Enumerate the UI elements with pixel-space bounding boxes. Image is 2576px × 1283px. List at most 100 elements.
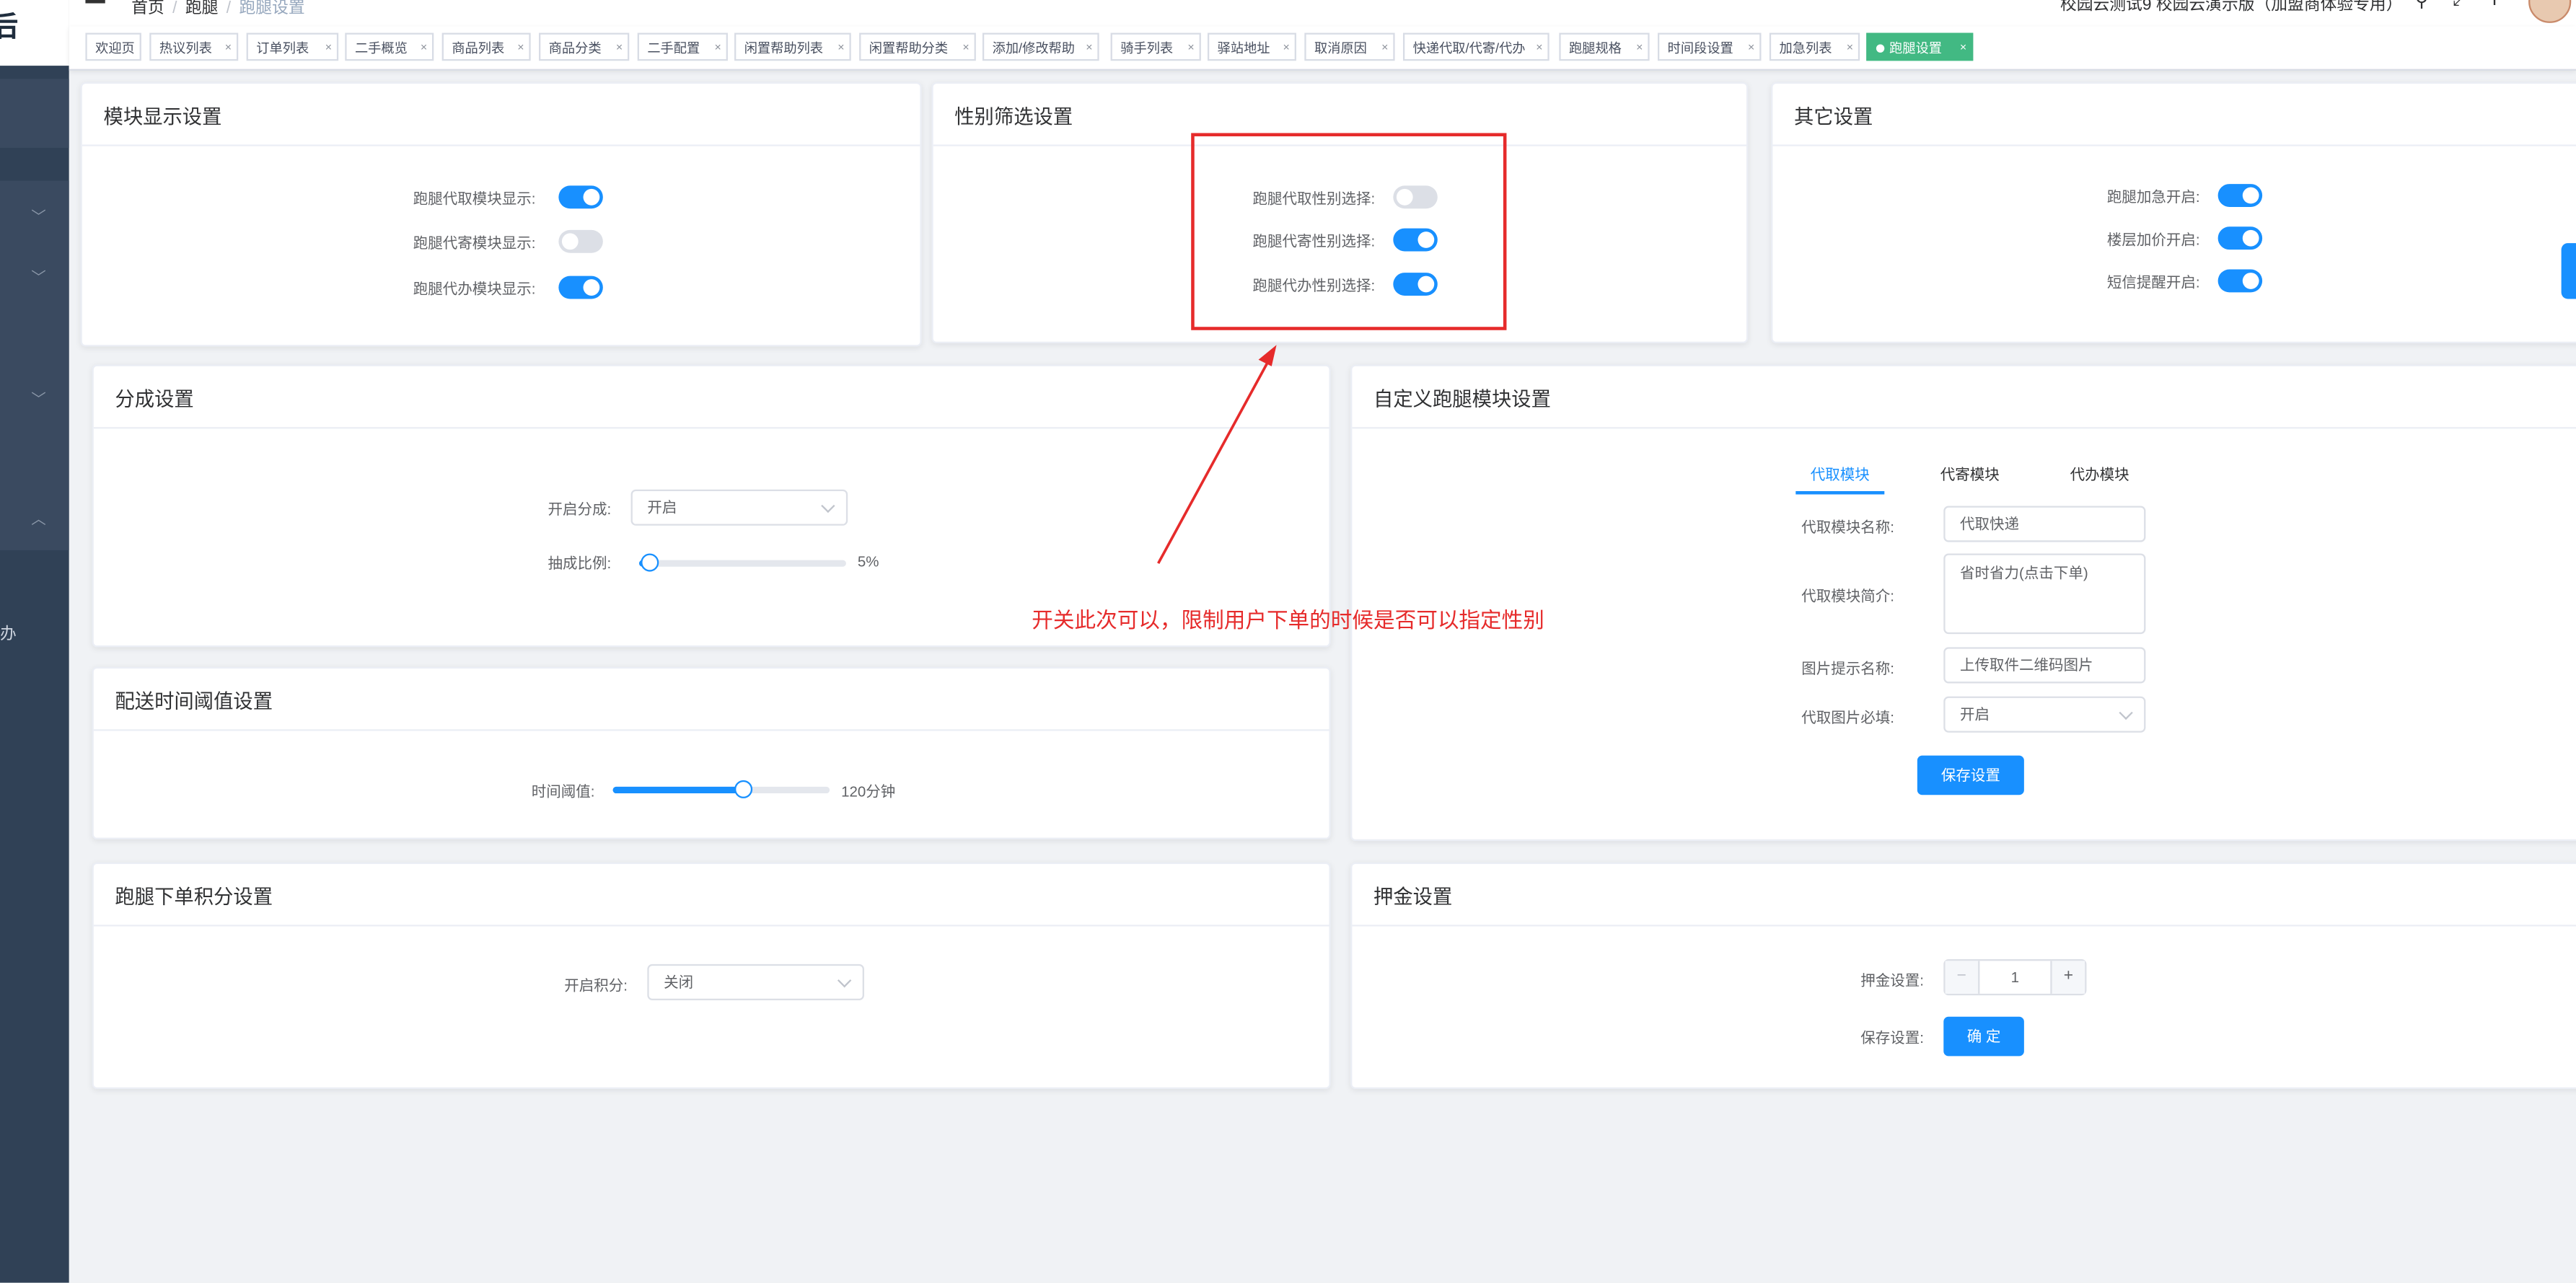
close-icon[interactable]: ×	[421, 35, 427, 59]
select-value: 开启	[1960, 706, 1990, 723]
tag-item[interactable]: 跑腿规格 ×	[1559, 32, 1650, 61]
sidebar-chevron-icon[interactable]: ﹀	[31, 206, 46, 227]
close-icon[interactable]: ×	[1960, 35, 1966, 59]
image-required-select[interactable]: 开启	[1943, 696, 2146, 733]
tag-item[interactable]: 快递代取/代寄/代办 ×	[1402, 32, 1549, 61]
tag-label: 商品分类	[548, 40, 602, 56]
breadcrumb-item[interactable]: 首页	[131, 0, 164, 18]
slider-value: 5%	[857, 553, 879, 570]
switch-sms-reminder[interactable]	[2217, 269, 2263, 293]
field-label: 短信提醒开启:	[2106, 274, 2200, 291]
divider	[1352, 427, 2576, 429]
card-points: 跑腿下单积分设置 开启积分: 关闭	[92, 862, 1331, 1089]
tab-send-module[interactable]: 代寄模块	[1940, 463, 2000, 485]
card-other-settings: 其它设置 跑腿加急开启: 楼层加价开启: 短信提醒开启:	[1771, 81, 2576, 343]
divider	[93, 925, 1329, 927]
tab-pickup-module[interactable]: 代取模块	[1811, 463, 1870, 485]
tag-item[interactable]: 驿站地址 ×	[1207, 32, 1296, 61]
tag-item[interactable]: 商品分类 ×	[539, 32, 630, 61]
tag-item[interactable]: 时间段设置 ×	[1657, 32, 1762, 61]
tag-label: 商品列表	[452, 40, 505, 56]
image-hint-input[interactable]: 上传取件二维码图片	[1943, 647, 2146, 684]
tag-welcome[interactable]: 欢迎页	[85, 32, 141, 61]
switch-errand-module[interactable]	[558, 275, 603, 299]
sidebar-chevron-icon[interactable]: ﹀	[31, 266, 46, 288]
field-label: 开启积分:	[564, 977, 628, 994]
close-icon[interactable]: ×	[1187, 35, 1194, 59]
tag-label: 驿站地址	[1217, 40, 1270, 56]
module-intro-textarea[interactable]: 省时省力(点击下单)	[1943, 553, 2146, 635]
tag-item[interactable]: 加急列表 ×	[1769, 32, 1860, 61]
side-drawer-button[interactable]	[2561, 243, 2576, 299]
card-title: 跑腿下单积分设置	[115, 885, 273, 909]
tag-label: 欢迎页	[95, 40, 135, 56]
close-icon[interactable]: ×	[325, 35, 332, 59]
close-icon[interactable]: ×	[1283, 35, 1290, 59]
time-threshold-slider[interactable]	[612, 780, 830, 798]
slider-value: 120分钟	[841, 783, 896, 801]
close-icon[interactable]: ×	[838, 35, 844, 59]
confirm-button[interactable]: 确 定	[1943, 1016, 2024, 1057]
switch-pickup-module[interactable]	[558, 185, 603, 209]
field-label: 跑腿代办模块显示:	[413, 281, 536, 298]
tag-item[interactable]: 骑手列表 ×	[1110, 32, 1201, 61]
tag-item[interactable]: 取消原因 ×	[1304, 32, 1395, 61]
close-icon[interactable]: ×	[714, 35, 721, 59]
sidebar-chevron-icon[interactable]: ﹀	[31, 387, 46, 409]
select-value: 开启	[647, 499, 677, 516]
decrement-button[interactable]: −	[1945, 961, 1980, 994]
close-icon[interactable]: ×	[1536, 35, 1542, 59]
increment-button[interactable]: +	[2050, 961, 2085, 994]
close-icon[interactable]: ×	[225, 35, 232, 59]
switch-urgent[interactable]	[2217, 184, 2263, 207]
select-value: 关闭	[664, 974, 694, 991]
deposit-stepper[interactable]: − 1 +	[1943, 959, 2087, 996]
switch-send-module[interactable]	[558, 229, 603, 253]
tag-item[interactable]: 闲置帮助分类 ×	[859, 32, 976, 61]
save-settings-button[interactable]: 保存设置	[1917, 755, 2024, 795]
fullscreen-icon[interactable]: ⤢	[2453, 0, 2467, 12]
close-icon[interactable]: ×	[962, 35, 969, 59]
stepper-value[interactable]: 1	[1978, 961, 2052, 994]
field-label: 保存设置:	[1860, 1029, 1924, 1046]
tags-bar: 欢迎页 热议列表 × 订单列表 × 二手概览 × 商品列表 × 商品分类 × 二手配置 × …	[69, 26, 2576, 71]
tag-item[interactable]: 二手配置 ×	[637, 32, 728, 61]
tag-item[interactable]: 订单列表 ×	[246, 32, 339, 61]
close-icon[interactable]: ×	[517, 35, 524, 59]
close-icon[interactable]: ×	[1847, 35, 1853, 59]
tag-item[interactable]: 热议列表 ×	[149, 32, 239, 61]
avatar[interactable]	[2528, 0, 2572, 23]
field-label: 押金设置:	[1860, 972, 1924, 989]
close-icon[interactable]: ×	[1381, 35, 1388, 59]
tag-label: 取消原因	[1314, 40, 1367, 56]
commission-enable-select[interactable]: 开启	[630, 489, 848, 526]
font-size-icon[interactable]: T	[2489, 0, 2500, 10]
sidebar-chevron-up-icon[interactable]: ︿	[31, 508, 46, 529]
tab-errand-module[interactable]: 代办模块	[2070, 463, 2129, 485]
tag-active[interactable]: 跑腿设置 ×	[1866, 32, 1974, 61]
tag-item[interactable]: 商品列表 ×	[441, 32, 531, 61]
breadcrumb-item[interactable]: 跑腿	[185, 0, 219, 18]
hamburger-icon[interactable]	[85, 0, 105, 10]
switch-floor-surcharge[interactable]	[2217, 226, 2263, 250]
field-label: 时间阈值:	[531, 783, 595, 801]
field-label: 跑腿加急开启:	[2106, 188, 2200, 206]
commission-ratio-slider[interactable]	[638, 553, 846, 572]
close-icon[interactable]: ×	[1086, 35, 1092, 59]
close-icon[interactable]: ×	[1748, 35, 1754, 59]
tag-item[interactable]: 闲置帮助列表 ×	[734, 32, 851, 61]
annotation-text: 开关此次可以，限制用户下单的时候是否可以指定性别	[1032, 607, 1544, 632]
tag-label: 闲置帮助分类	[869, 40, 949, 56]
module-name-input[interactable]: 代取快递	[1943, 506, 2146, 542]
slider-handle[interactable]	[734, 780, 753, 798]
sidebar-item-label[interactable]: 办	[0, 620, 17, 644]
points-enable-select[interactable]: 关闭	[647, 964, 864, 1000]
divider	[93, 729, 1329, 731]
search-icon[interactable]: ⚲	[2415, 0, 2428, 12]
tag-item[interactable]: 添加/修改帮助 ×	[982, 32, 1099, 61]
close-icon[interactable]: ×	[1636, 35, 1643, 59]
slider-handle[interactable]	[641, 553, 659, 572]
close-icon[interactable]: ×	[616, 35, 623, 59]
breadcrumb-current: 跑腿设置	[239, 0, 305, 19]
tag-item[interactable]: 二手概览 ×	[345, 32, 434, 61]
